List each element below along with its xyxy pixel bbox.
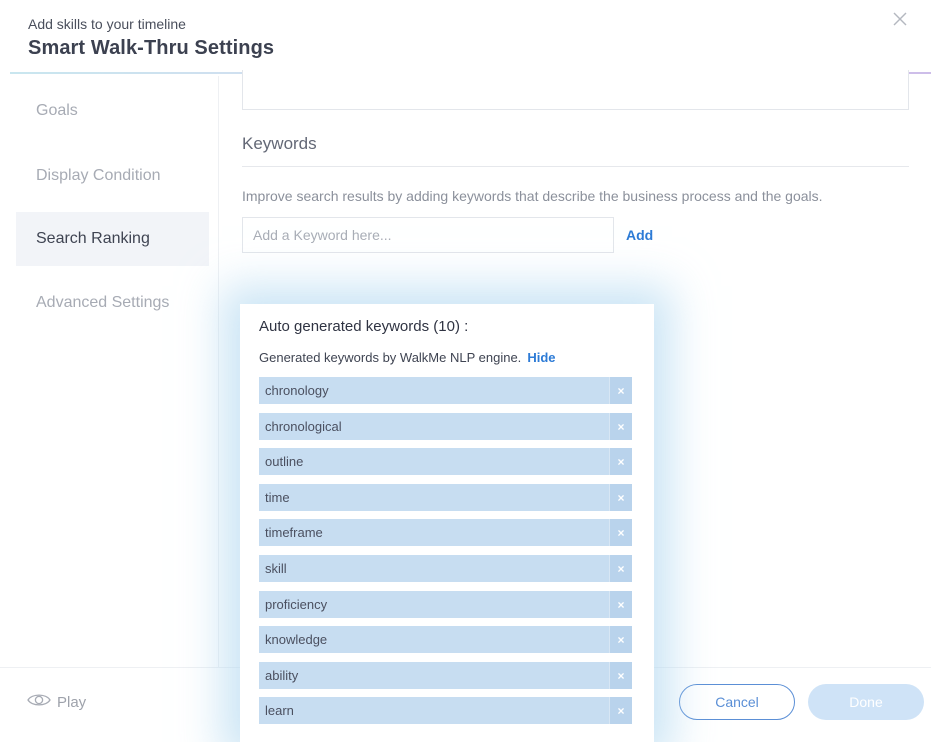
keyword-chip: time × xyxy=(259,484,632,511)
keyword-chip: knowledge × xyxy=(259,626,632,653)
remove-keyword-icon[interactable]: × xyxy=(609,448,632,475)
keyword-input[interactable] xyxy=(242,217,614,253)
keyword-chip: chronological × xyxy=(259,413,632,440)
sidebar-item-display-condition[interactable]: Display Condition xyxy=(16,149,209,203)
keyword-chip: chronology × xyxy=(259,377,632,404)
close-icon[interactable] xyxy=(891,10,909,28)
keyword-chip: learn × xyxy=(259,697,632,724)
sidebar-item-search-ranking[interactable]: Search Ranking xyxy=(16,212,209,266)
remove-keyword-icon[interactable]: × xyxy=(609,555,632,582)
keyword-chip-label: skill xyxy=(265,561,287,576)
keyword-chip-label: timeframe xyxy=(265,525,323,540)
keyword-chip-label: knowledge xyxy=(265,632,328,647)
remove-keyword-icon[interactable]: × xyxy=(609,591,632,618)
remove-keyword-icon[interactable]: × xyxy=(609,413,632,440)
sidebar-divider xyxy=(218,76,219,668)
keyword-chip-label: ability xyxy=(265,668,299,683)
dialog-subtitle: Add skills to your timeline xyxy=(28,16,186,32)
hide-keywords-link[interactable]: Hide xyxy=(527,350,555,365)
sidebar-item-goals[interactable]: Goals xyxy=(16,84,209,138)
sidebar-item-advanced-settings[interactable]: Advanced Settings xyxy=(16,276,209,330)
keyword-chip-label: outline xyxy=(265,454,304,469)
add-keyword-button[interactable]: Add xyxy=(626,227,653,243)
keyword-chip-label: proficiency xyxy=(265,597,328,612)
remove-keyword-icon[interactable]: × xyxy=(609,697,632,724)
sidebar-item-label: Search Ranking xyxy=(36,230,150,247)
keyword-chip: skill × xyxy=(259,555,632,582)
dialog-title: Smart Walk-Thru Settings xyxy=(28,37,275,59)
keyword-chip: outline × xyxy=(259,448,632,475)
remove-keyword-icon[interactable]: × xyxy=(609,519,632,546)
sidebar-nav: Goals Display Condition Search Ranking A… xyxy=(16,78,209,668)
play-label: Play xyxy=(57,693,87,711)
keyword-chip: proficiency × xyxy=(259,591,632,618)
remove-keyword-icon[interactable]: × xyxy=(609,626,632,653)
keyword-chip-label: chronological xyxy=(265,419,342,434)
keyword-chip-label: learn xyxy=(265,703,294,718)
remove-keyword-icon[interactable]: × xyxy=(609,484,632,511)
sidebar-item-label: Goals xyxy=(36,102,78,119)
keyword-chip: timeframe × xyxy=(259,519,632,546)
previous-section-box xyxy=(242,70,909,110)
keyword-chip: ability × xyxy=(259,662,632,689)
keywords-divider xyxy=(242,166,909,167)
keyword-chip-label: time xyxy=(265,490,290,505)
auto-keywords-subtitle: Generated keywords by WalkMe NLP engine.… xyxy=(259,350,555,365)
sidebar-item-label: Display Condition xyxy=(36,167,161,184)
settings-dialog: Add skills to your timeline Smart Walk-T… xyxy=(0,0,931,742)
keywords-heading: Keywords xyxy=(242,134,317,153)
keyword-chip-label: chronology xyxy=(265,383,329,398)
remove-keyword-icon[interactable]: × xyxy=(609,377,632,404)
auto-keywords-description: Generated keywords by WalkMe NLP engine. xyxy=(259,350,522,365)
play-button[interactable]: Play xyxy=(27,692,86,712)
auto-keywords-title: Auto generated keywords (10) : xyxy=(259,318,469,335)
cancel-button[interactable]: Cancel xyxy=(679,684,795,720)
sidebar-item-label: Advanced Settings xyxy=(36,294,170,311)
done-button[interactable]: Done xyxy=(808,684,924,720)
remove-keyword-icon[interactable]: × xyxy=(609,662,632,689)
eye-icon xyxy=(27,692,51,712)
keywords-description: Improve search results by adding keyword… xyxy=(242,188,823,204)
